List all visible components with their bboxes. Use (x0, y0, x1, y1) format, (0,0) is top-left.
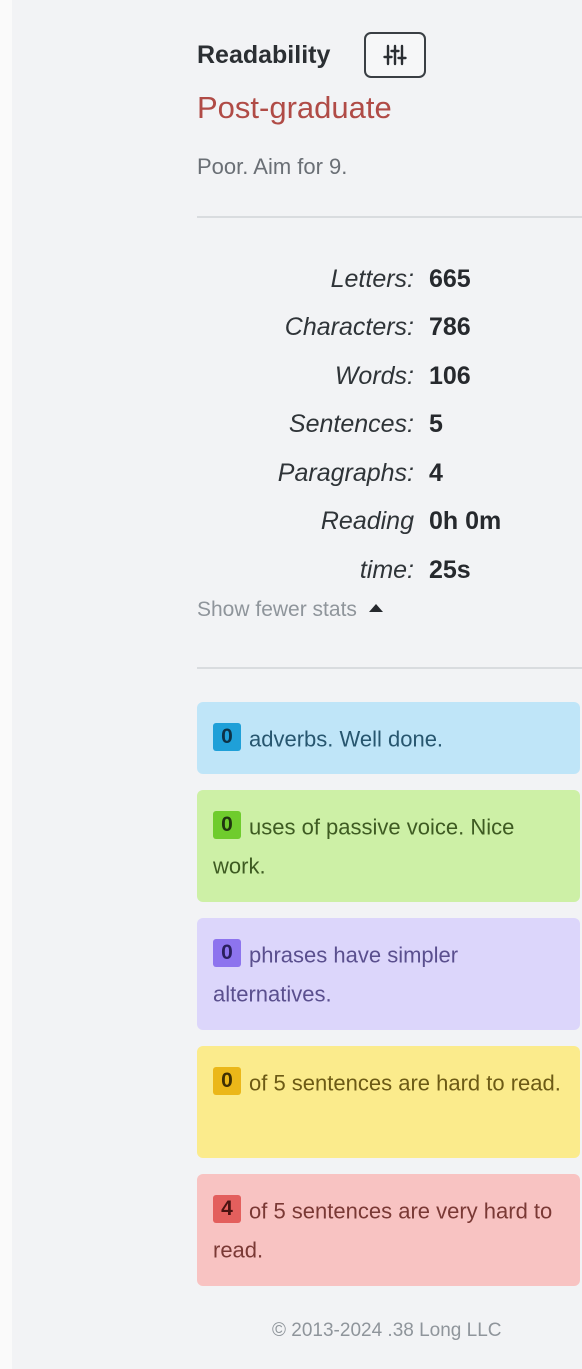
show-fewer-label: Show fewer stats (197, 598, 357, 621)
stat-label: time: (359, 555, 414, 584)
adverbs-text: adverbs. Well done. (249, 726, 444, 752)
stat-letters: Letters: 665 (197, 255, 582, 304)
left-edge (0, 0, 12, 1369)
stat-sentences: Sentences: 5 (197, 401, 582, 450)
divider (197, 216, 582, 218)
very-hard-count-badge: 4 (213, 1195, 241, 1224)
stat-value: 665 (429, 264, 471, 293)
very-hard-text: of 5 sentences are very hard to read. (213, 1198, 553, 1263)
stat-reading-time-cont: time: 25s (197, 546, 582, 595)
stat-value: 106 (429, 361, 471, 390)
hard-count-badge: 0 (213, 1067, 241, 1096)
simpler-phrases-card[interactable]: 0 phrases have simpler alternatives. (197, 918, 580, 1030)
stat-label: Words: (334, 361, 414, 390)
phrases-text: phrases have simpler alternatives. (213, 942, 459, 1007)
sliders-icon (383, 44, 408, 66)
show-fewer-stats-link[interactable]: Show fewer stats (197, 598, 383, 622)
readability-settings-button[interactable] (364, 32, 427, 78)
adverbs-count-badge: 0 (213, 723, 241, 752)
stat-value: 0h 0m (429, 507, 502, 536)
stat-value: 5 (429, 410, 443, 439)
grade-note: Poor. Aim for 9. (197, 154, 348, 179)
stat-value: 786 (429, 313, 471, 342)
stat-label: Paragraphs: (277, 458, 414, 487)
divider (197, 667, 582, 669)
readability-header: Readability (197, 30, 427, 80)
stat-paragraphs: Paragraphs: 4 (197, 449, 582, 498)
caret-up-icon (368, 604, 383, 612)
hard-sentences-card[interactable]: 0 of 5 sentences are hard to read. (197, 1046, 580, 1158)
stat-value: 25s (429, 555, 471, 584)
very-hard-sentences-card[interactable]: 4 of 5 sentences are very hard to read. (197, 1174, 580, 1286)
stats-list: Letters: 665 Characters: 786 Words: 106 … (197, 255, 582, 595)
stat-words: Words: 106 (197, 352, 582, 401)
passive-text: uses of passive voice. Nice work. (213, 814, 515, 879)
readability-sidebar: Readability Post-graduate Poor. Aim for … (197, 0, 582, 1369)
phrases-count-badge: 0 (213, 939, 241, 968)
grade-level: Post-graduate (197, 90, 392, 125)
stat-label: Characters: (284, 313, 414, 342)
stat-label: Reading (320, 507, 414, 536)
stat-label: Letters: (330, 264, 414, 293)
hard-text: of 5 sentences are hard to read. (249, 1070, 561, 1096)
copyright-footer: © 2013-2024 .38 Long LLC (272, 1320, 502, 1341)
passive-voice-card[interactable]: 0 uses of passive voice. Nice work. (197, 790, 580, 902)
passive-count-badge: 0 (213, 811, 241, 840)
readability-title: Readability (197, 40, 331, 69)
adverbs-card[interactable]: 0 adverbs. Well done. (197, 702, 580, 774)
stat-value: 4 (429, 458, 443, 487)
stat-label: Sentences: (288, 410, 414, 439)
stat-characters: Characters: 786 (197, 304, 582, 353)
stat-reading-time: Reading 0h 0m (197, 498, 582, 547)
